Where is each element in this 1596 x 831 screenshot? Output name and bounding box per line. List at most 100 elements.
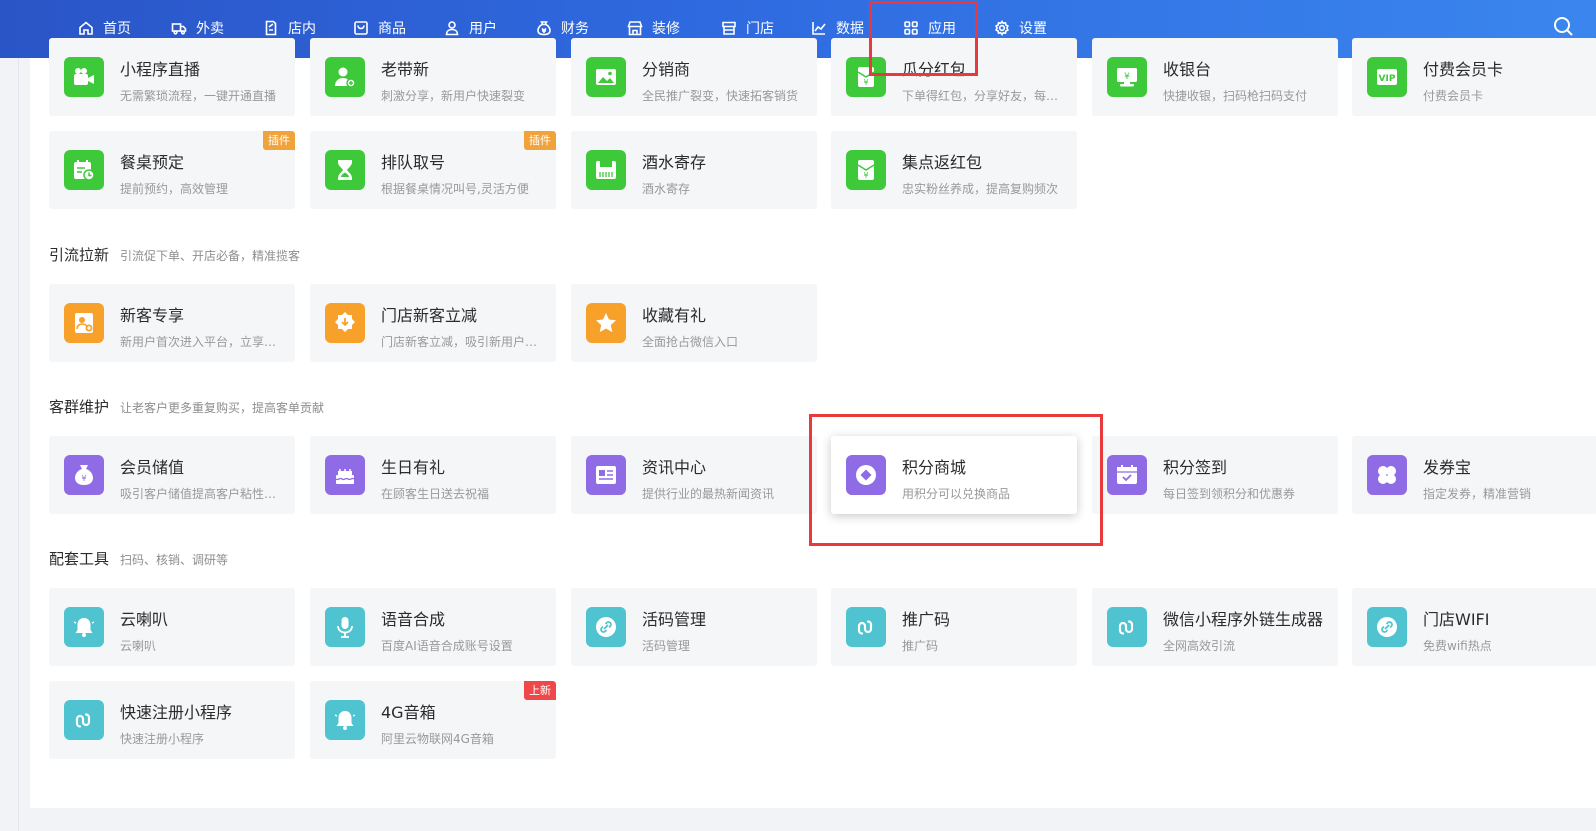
money-bag-icon: ¥: [64, 455, 104, 495]
app-card-quick-register[interactable]: 快速注册小程序 快速注册小程序: [49, 681, 295, 759]
nav-home[interactable]: 首页: [78, 17, 131, 39]
card-desc: 新用户首次进入平台，立享好礼: [120, 335, 286, 349]
card-title: 小程序直播: [120, 60, 201, 79]
add-user-icon: [325, 57, 365, 97]
app-card-points-redpacket[interactable]: ¥ 集点返红包 忠实粉丝养成，提高复购频次: [831, 131, 1077, 209]
section-title: 引流拉新: [49, 246, 110, 264]
card-desc: 阿里云物联网4G音箱: [381, 732, 494, 746]
nav-shop[interactable]: 门店: [721, 17, 774, 39]
card-desc: 百度AI语音合成账号设置: [381, 639, 513, 653]
section-desc: 扫码、核销、调研等: [120, 553, 229, 567]
nav-data[interactable]: 数据: [811, 17, 864, 39]
app-card-stored-value[interactable]: ¥ 会员储值 吸引客户储值提高客户粘性和复购: [49, 436, 295, 514]
card-title: 付费会员卡: [1423, 60, 1504, 79]
nav-delivery[interactable]: 外卖: [171, 17, 224, 39]
bell-icon: [64, 607, 104, 647]
app-card-coupon[interactable]: 发券宝 指定发券，精准营销: [1352, 436, 1596, 514]
card-desc: 快速注册小程序: [120, 732, 205, 746]
card-desc: 提供行业的最热新闻资讯: [642, 487, 775, 501]
svg-text:¥: ¥: [1124, 72, 1130, 82]
app-card-vip[interactable]: VIP 付费会员卡 付费会员卡: [1352, 38, 1596, 116]
plugin-badge: 插件: [263, 131, 295, 150]
card-desc: 指定发券，精准营销: [1423, 487, 1532, 501]
money-icon: [537, 21, 551, 36]
app-card-promo-code[interactable]: 推广码 推广码: [831, 588, 1077, 666]
svg-text:¥: ¥: [863, 78, 868, 87]
nav-label: 门店: [746, 21, 774, 37]
app-card-store-wifi[interactable]: 门店WIFI 免费wifi热点: [1352, 588, 1596, 666]
shop-icon: [722, 21, 736, 35]
nav-finance[interactable]: 财务: [536, 17, 589, 39]
app-card-liquor-storage[interactable]: 酒水寄存 酒水寄存: [571, 131, 817, 209]
storage-icon: [586, 150, 626, 190]
gear-icon: [995, 20, 1009, 36]
card-title: 收银台: [1163, 60, 1212, 79]
section-desc: 引流促下单、开店必备，精准揽客: [120, 249, 301, 263]
card-title: 排队取号: [381, 153, 446, 172]
card-desc: 全网高效引流: [1163, 639, 1236, 653]
nav-dine-in[interactable]: 店内: [263, 17, 316, 39]
nav-label: 数据: [836, 21, 864, 37]
card-title: 云喇叭: [120, 610, 169, 629]
app-card-store-new-discount[interactable]: 门店新客立减 门店新客立减，吸引新用户下单: [310, 284, 556, 362]
card-title: 微信小程序外链生成器: [1163, 610, 1324, 629]
card-title: 集点返红包: [902, 153, 983, 172]
card-desc: 付费会员卡: [1423, 89, 1484, 103]
nav-label: 装修: [652, 21, 680, 37]
search-button[interactable]: [1552, 15, 1576, 39]
vip-card-icon: VIP: [1367, 57, 1407, 97]
nav-label: 店内: [288, 21, 316, 37]
app-card-checkin[interactable]: 积分签到 每日签到领积分和优惠券: [1092, 436, 1338, 514]
app-card-cashier[interactable]: ¥ 收银台 快捷收银，扫码枪扫码支付: [1092, 38, 1338, 116]
cake-icon: [325, 455, 365, 495]
app-card-table-booking[interactable]: 餐桌预定 提前预约，高效管理 插件: [49, 131, 295, 209]
section-title: 客群维护: [49, 398, 110, 416]
app-card-wechat-link[interactable]: 微信小程序外链生成器 全网高效引流: [1092, 588, 1338, 666]
mini-program-icon: [1107, 607, 1147, 647]
card-desc: 吸引客户储值提高客户粘性和复购: [120, 487, 286, 501]
app-card-distributor[interactable]: 分销商 全民推广裂变，快速拓客销货: [571, 38, 817, 116]
bell-icon: [325, 700, 365, 740]
nav-user[interactable]: 用户: [444, 17, 497, 39]
svg-text:VIP: VIP: [1379, 74, 1396, 84]
app-card-referral[interactable]: 老带新 刺激分享，新用户快速裂变: [310, 38, 556, 116]
star-icon: [586, 303, 626, 343]
card-desc: 在顾客生日送去祝福: [381, 487, 490, 501]
home-icon: [79, 21, 93, 35]
nav-settings[interactable]: 设置: [994, 17, 1047, 39]
cashier-icon: ¥: [1107, 57, 1147, 97]
app-card-live-code[interactable]: 活码管理 活码管理: [571, 588, 817, 666]
nav-label: 首页: [103, 21, 131, 37]
card-desc: 提前预约，高效管理: [120, 182, 229, 196]
app-card-queue[interactable]: 排队取号 根据餐桌情况叫号,灵活方便 插件: [310, 131, 556, 209]
card-title: 门店WIFI: [1423, 610, 1490, 629]
card-desc: 活码管理: [642, 639, 691, 653]
nav-label: 财务: [561, 21, 589, 37]
app-card-favorite-gift[interactable]: 收藏有礼 全面抢占微信入口: [571, 284, 817, 362]
card-title: 老带新: [381, 60, 430, 79]
mini-program-icon: [64, 700, 104, 740]
discount-badge-icon: [325, 303, 365, 343]
chart-icon: [812, 22, 826, 35]
app-card-new-customer[interactable]: 新客专享 新用户首次进入平台，立享好礼: [49, 284, 295, 362]
nav-goods[interactable]: 商品: [353, 17, 406, 39]
app-card-4g-speaker[interactable]: 4G音箱 阿里云物联网4G音箱 上新: [310, 681, 556, 759]
app-card-news[interactable]: 资讯中心 提供行业的最热新闻资讯: [571, 436, 817, 514]
card-title: 分销商: [642, 60, 691, 79]
app-card-cloud-speaker[interactable]: 云喇叭 云喇叭: [49, 588, 295, 666]
card-title: 4G音箱: [381, 703, 436, 722]
card-desc: 忠实粉丝养成，提高复购频次: [902, 182, 1059, 196]
nav-label: 外卖: [196, 21, 224, 37]
app-card-birthday[interactable]: 生日有礼 在顾客生日送去祝福: [310, 436, 556, 514]
section-header-acquire: 引流拉新 引流促下单、开店必备，精准揽客: [49, 244, 300, 265]
card-title: 门店新客立减: [381, 306, 478, 325]
card-title: 酒水寄存: [642, 153, 707, 172]
section-desc: 让老客户更多重复购买，提高客单贡献: [120, 401, 325, 415]
nav-decorate[interactable]: 装修: [627, 17, 680, 39]
app-card-tts[interactable]: 语音合成 百度AI语音合成账号设置: [310, 588, 556, 666]
svg-text:¥: ¥: [81, 474, 86, 483]
nav-label: 商品: [378, 21, 406, 37]
svg-text:¥: ¥: [863, 171, 868, 180]
microphone-icon: [325, 607, 365, 647]
app-card-live[interactable]: 小程序直播 无需繁琐流程，一键开通直播: [49, 38, 295, 116]
